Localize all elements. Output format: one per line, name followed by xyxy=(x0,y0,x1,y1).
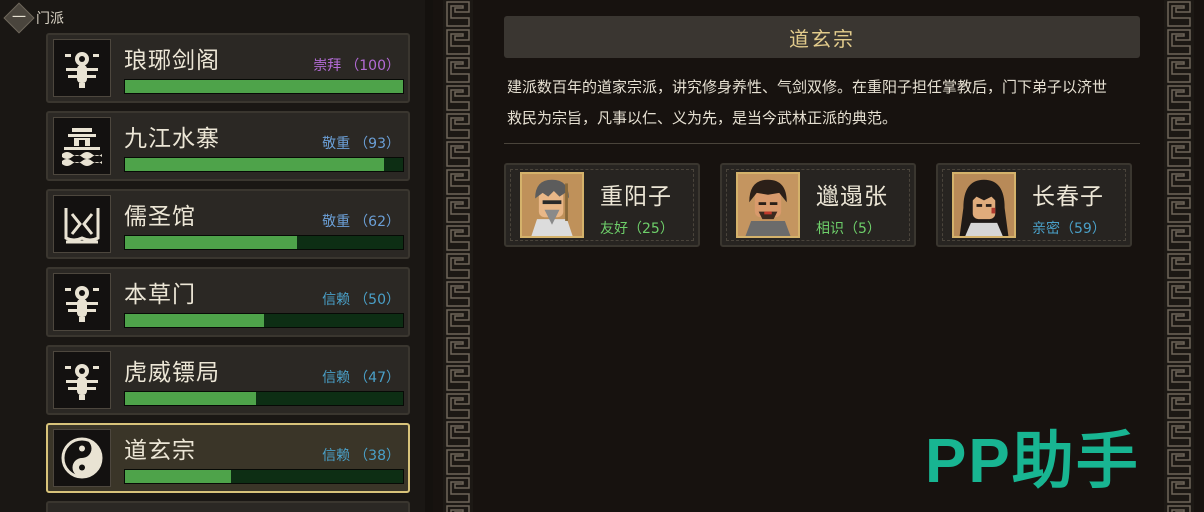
collapse-toggle-button[interactable]: 一 xyxy=(3,2,35,34)
character-relation: 相识（5） xyxy=(816,221,881,237)
faction-detail-title: 道玄宗 xyxy=(504,16,1140,58)
taiji-emblem-icon xyxy=(53,429,111,487)
scorpion-emblem-icon xyxy=(53,351,111,409)
faction-item[interactable]: 九江水寨 敬重 （93） xyxy=(46,111,410,181)
faction-relation: 信赖 （47） xyxy=(322,370,400,386)
character-portrait xyxy=(520,172,584,238)
left-ornament-border xyxy=(443,0,473,512)
relation-progress-bar xyxy=(124,235,404,250)
faction-name: 虎威镖局 xyxy=(124,360,220,386)
relation-progress-bar xyxy=(124,79,404,94)
character-relation: 亲密（59） xyxy=(1032,221,1106,237)
faction-item[interactable]: 儒圣馆 敬重 （62） xyxy=(46,189,410,259)
relation-progress-bar xyxy=(124,157,404,172)
relation-progress-bar xyxy=(124,313,404,328)
faction-name: 九江水寨 xyxy=(124,126,220,152)
faction-description: 建派数百年的道家宗派，讲究修身养性、气剑双修。在重阳子担任掌教后，门下弟子以济世… xyxy=(507,78,1108,127)
character-name: 长春子 xyxy=(1032,184,1104,210)
scorpion-emblem-icon xyxy=(53,39,111,97)
relation-progress-bar xyxy=(124,469,404,484)
character-portrait xyxy=(736,172,800,238)
faction-relation: 崇拜 （100） xyxy=(313,58,400,74)
pp-assistant-watermark: PP助手 xyxy=(925,427,1140,496)
faction-item[interactable]: 虎威镖局 信赖 （47） xyxy=(46,345,410,415)
character-name: 邋遢张 xyxy=(816,184,888,210)
faction-tree-title: 门派 xyxy=(36,11,64,27)
relation-progress-fill xyxy=(125,470,231,483)
faction-name: 儒圣馆 xyxy=(124,204,196,230)
character-card[interactable]: 重阳子 友好（25） xyxy=(504,163,700,247)
section-divider xyxy=(504,143,1140,144)
faction-name: 本草门 xyxy=(124,282,196,308)
faction-name: 琅琊剑阁 xyxy=(124,48,220,74)
scorpion-emblem-icon xyxy=(53,273,111,331)
water-fortress-emblem-icon xyxy=(53,117,111,175)
faction-relation: 信赖 （38） xyxy=(322,448,400,464)
faction-item[interactable]: 琅琊剑阁 崇拜 （100） xyxy=(46,33,410,103)
faction-relation: 敬重 （93） xyxy=(322,136,400,152)
relation-progress-fill xyxy=(125,392,256,405)
relation-progress-fill xyxy=(125,158,384,171)
faction-relation: 敬重 （62） xyxy=(322,214,400,230)
faction-relation: 信赖 （50） xyxy=(322,292,400,308)
character-card[interactable]: 邋遢张 相识（5） xyxy=(720,163,916,247)
character-portrait xyxy=(952,172,1016,238)
faction-list-panel: 一 门派 琅琊剑阁 崇拜 （100） 九江水寨 敬重 （93） 儒圣馆 敬重 （62） xyxy=(0,0,425,512)
collapse-symbol: 一 xyxy=(12,10,26,26)
relation-progress-fill xyxy=(125,236,298,249)
faction-name: 道玄宗 xyxy=(124,438,196,464)
faction-item-selected[interactable]: 道玄宗 信赖 （38） xyxy=(46,423,410,493)
character-name: 重阳子 xyxy=(600,184,672,210)
faction-item-partial[interactable] xyxy=(46,501,410,512)
scholar-hall-emblem-icon xyxy=(53,195,111,253)
character-card[interactable]: 长春子 亲密（59） xyxy=(936,163,1132,247)
relation-progress-bar xyxy=(124,391,404,406)
faction-tree-header[interactable]: 一 门派 xyxy=(3,2,64,34)
relation-progress-fill xyxy=(125,80,403,93)
right-ornament-border xyxy=(1164,0,1194,512)
relation-progress-fill xyxy=(125,314,264,327)
faction-item[interactable]: 本草门 信赖 （50） xyxy=(46,267,410,337)
character-relation: 友好（25） xyxy=(600,221,674,237)
